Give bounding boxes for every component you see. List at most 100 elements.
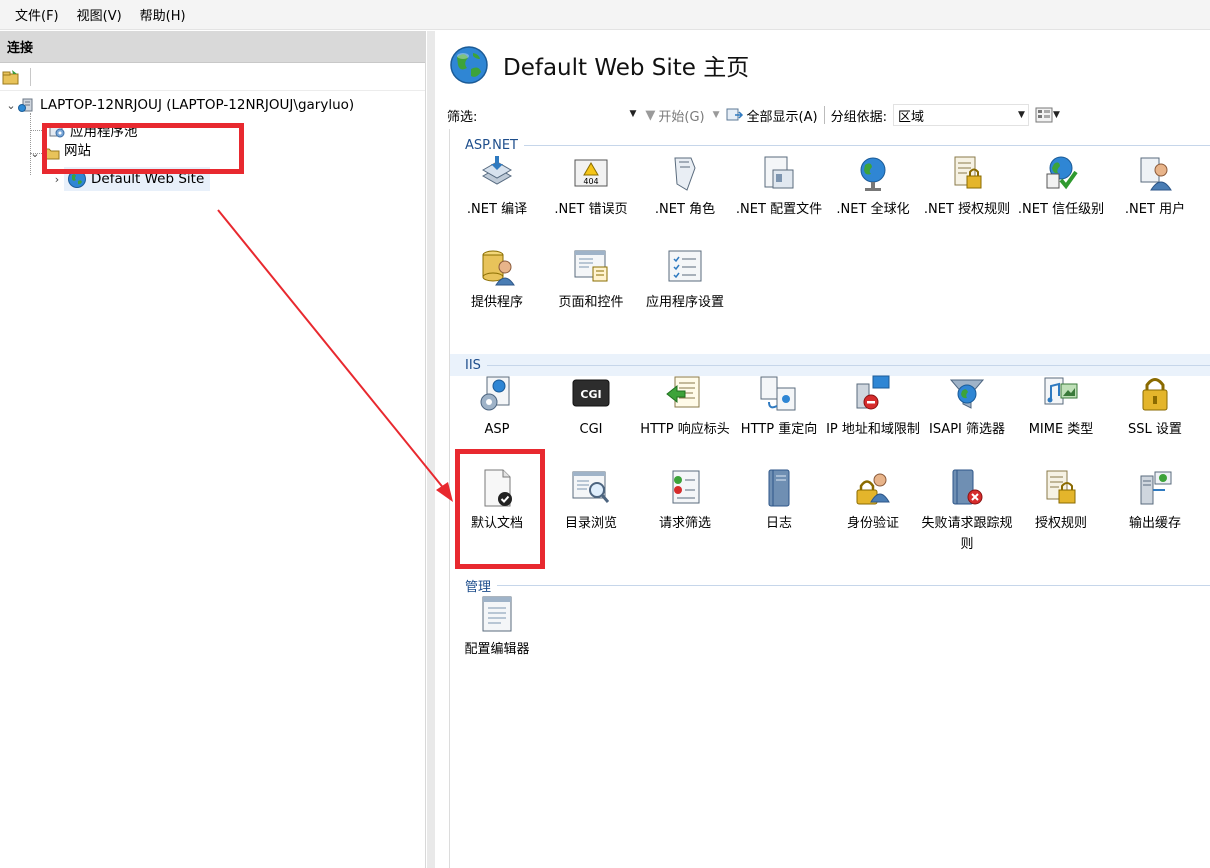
menu-view[interactable]: 视图(V) [68,5,131,24]
group-header-label: IIS [465,357,481,373]
dropdown-arrow-icon: ▼ [1018,110,1025,120]
feature-label: IP 地址和域限制 [826,422,920,437]
feature-label: SSL 设置 [1128,422,1182,437]
isapi-filters-icon [947,374,987,414]
feature-mime-types[interactable]: MIME 类型 [1014,374,1108,440]
feature-configuration-editor[interactable]: 配置编辑器 [450,594,544,660]
failed-request-tracing-icon [947,468,987,508]
connect-icon[interactable] [2,68,20,86]
group-header-management: 管理 [450,574,1210,596]
group-by-select[interactable]: 区域 ▼ [892,104,1029,126]
feature-output-caching[interactable]: 输出缓存 [1108,468,1202,534]
feature-net-trust-levels[interactable]: .NET 信任级别 [1014,154,1108,220]
menu-bar: 文件(F) 视图(V) 帮助(H) [0,0,1210,30]
feature-label: 日志 [765,516,792,531]
feature-label: 提供程序 [470,295,523,310]
pages-controls-icon [571,247,611,287]
feature-net-roles[interactable]: .NET 角色 [638,154,732,220]
show-all-button[interactable]: 全部显示(A) [726,106,818,125]
logging-icon [759,468,799,508]
chevron-right-icon[interactable]: › [50,173,64,186]
net-error-pages-icon: 404 [571,154,611,194]
start-filter-button[interactable]: ▼ 开始(G) [645,106,704,125]
dropdown-arrow-icon[interactable]: ▼ [713,110,720,120]
svg-text:CGI: CGI [580,388,601,401]
feature-label: HTTP 响应标头 [640,422,730,437]
tree-item-server[interactable]: ⌄ LAPTOP-12NRJOUJ (LAPTOP-12NRJOUJ\garyl… [4,93,354,117]
feature-pages-controls[interactable]: 页面和控件 [544,247,638,313]
authentication-icon [853,468,893,508]
group-header-label: 管理 [465,579,492,595]
net-compilation-icon [477,154,517,194]
feature-ip-domain-restrictions[interactable]: IP 地址和域限制 [826,374,920,440]
feature-logging[interactable]: 日志 [732,468,826,534]
show-all-label: 全部显示(A) [746,109,818,125]
request-filtering-icon [665,468,705,508]
page-title-text: Default Web Site 主页 [503,55,750,81]
feature-net-users[interactable]: .NET 用户 [1108,154,1202,220]
feature-authorization-rules[interactable]: 授权规则 [1014,468,1108,534]
net-globalization-icon [853,154,893,194]
feature-net-globalization[interactable]: .NET 全球化 [826,154,920,220]
group-by-label: 分组依据: [830,109,887,125]
filter-input[interactable]: ▼ [483,104,637,126]
feature-label: .NET 角色 [654,202,716,217]
net-trust-levels-icon [1041,154,1081,194]
feature-label: 页面和控件 [558,295,624,310]
feature-authentication[interactable]: 身份验证 [826,468,920,534]
feature-label: 配置编辑器 [464,642,530,657]
asp-icon [477,374,517,414]
feature-http-redirect[interactable]: HTTP 重定向 [732,374,826,440]
dropdown-arrow-icon[interactable]: ▼ [629,109,636,119]
feature-label: ISAPI 筛选器 [928,422,1006,437]
connections-toolbar [0,63,425,91]
toolbar-separator [823,106,825,124]
feature-http-response-headers[interactable]: HTTP 响应标头 [638,374,732,440]
net-authorization-icon [947,154,987,194]
http-redirect-icon [759,374,799,414]
feature-providers[interactable]: 提供程序 [450,247,544,313]
chevron-down-icon[interactable]: ⌄ [4,99,18,112]
mime-types-icon [1041,374,1081,414]
filter-bar: 筛选: ▼ ▼ 开始(G) ▼ 全部显示(A) 分组依据: 区域 ▼ ▼ [447,101,1210,129]
net-roles-icon [665,154,705,194]
feature-label: 应用程序设置 [645,295,724,310]
feature-app-settings[interactable]: 应用程序设置 [638,247,732,313]
feature-directory-browsing[interactable]: 目录浏览 [544,468,638,534]
menu-help[interactable]: 帮助(H) [131,5,195,24]
server-icon [18,97,36,113]
feature-label: 授权规则 [1034,516,1087,531]
feature-net-profile[interactable]: .NET 配置文件 [732,154,826,220]
feature-asp[interactable]: ASP [450,374,544,440]
feature-net-authorization[interactable]: .NET 授权规则 [920,154,1014,220]
feature-cgi[interactable]: CGI CGI [544,374,638,440]
show-all-icon [726,107,744,123]
feature-failed-request-tracing[interactable]: 失败请求跟踪规则 [920,468,1014,555]
cgi-icon: CGI [571,374,611,414]
pane-splitter[interactable] [427,31,435,868]
feature-net-error-pages[interactable]: 404 .NET 错误页 [544,154,638,220]
feature-isapi-filters[interactable]: ISAPI 筛选器 [920,374,1014,440]
funnel-icon: ▼ [645,107,656,123]
start-filter-label: 开始(G) [658,109,705,125]
features-view: ASP.NET .NET 编译 404 .NET 错误页 .NET 角色 .NET 配置… [449,129,1210,868]
ssl-settings-icon [1135,374,1175,414]
tree-item-server-label: LAPTOP-12NRJOUJ (LAPTOP-12NRJOUJ\garyluo… [40,97,355,113]
feature-net-compilation[interactable]: .NET 编译 [450,154,544,220]
net-profile-icon [759,154,799,194]
directory-browsing-icon [571,468,611,508]
feature-label: HTTP 重定向 [740,422,818,437]
menu-file[interactable]: 文件(F) [6,5,68,24]
feature-label: .NET 全球化 [836,202,910,217]
view-toggle-button[interactable]: ▼ [1035,107,1060,123]
feature-label: .NET 用户 [1124,202,1186,217]
page-title: Default Web Site 主页 [449,45,749,85]
group-header-aspnet: ASP.NET [450,134,1210,156]
feature-ssl-settings[interactable]: SSL 设置 [1108,374,1202,440]
feature-label: 身份验证 [846,516,899,531]
feature-request-filtering[interactable]: 请求筛选 [638,468,732,534]
chevron-down-icon[interactable]: ⌄ [28,147,42,160]
group-header-iis: IIS [450,354,1210,376]
globe-icon [449,45,489,85]
feature-label: .NET 配置文件 [735,202,823,217]
